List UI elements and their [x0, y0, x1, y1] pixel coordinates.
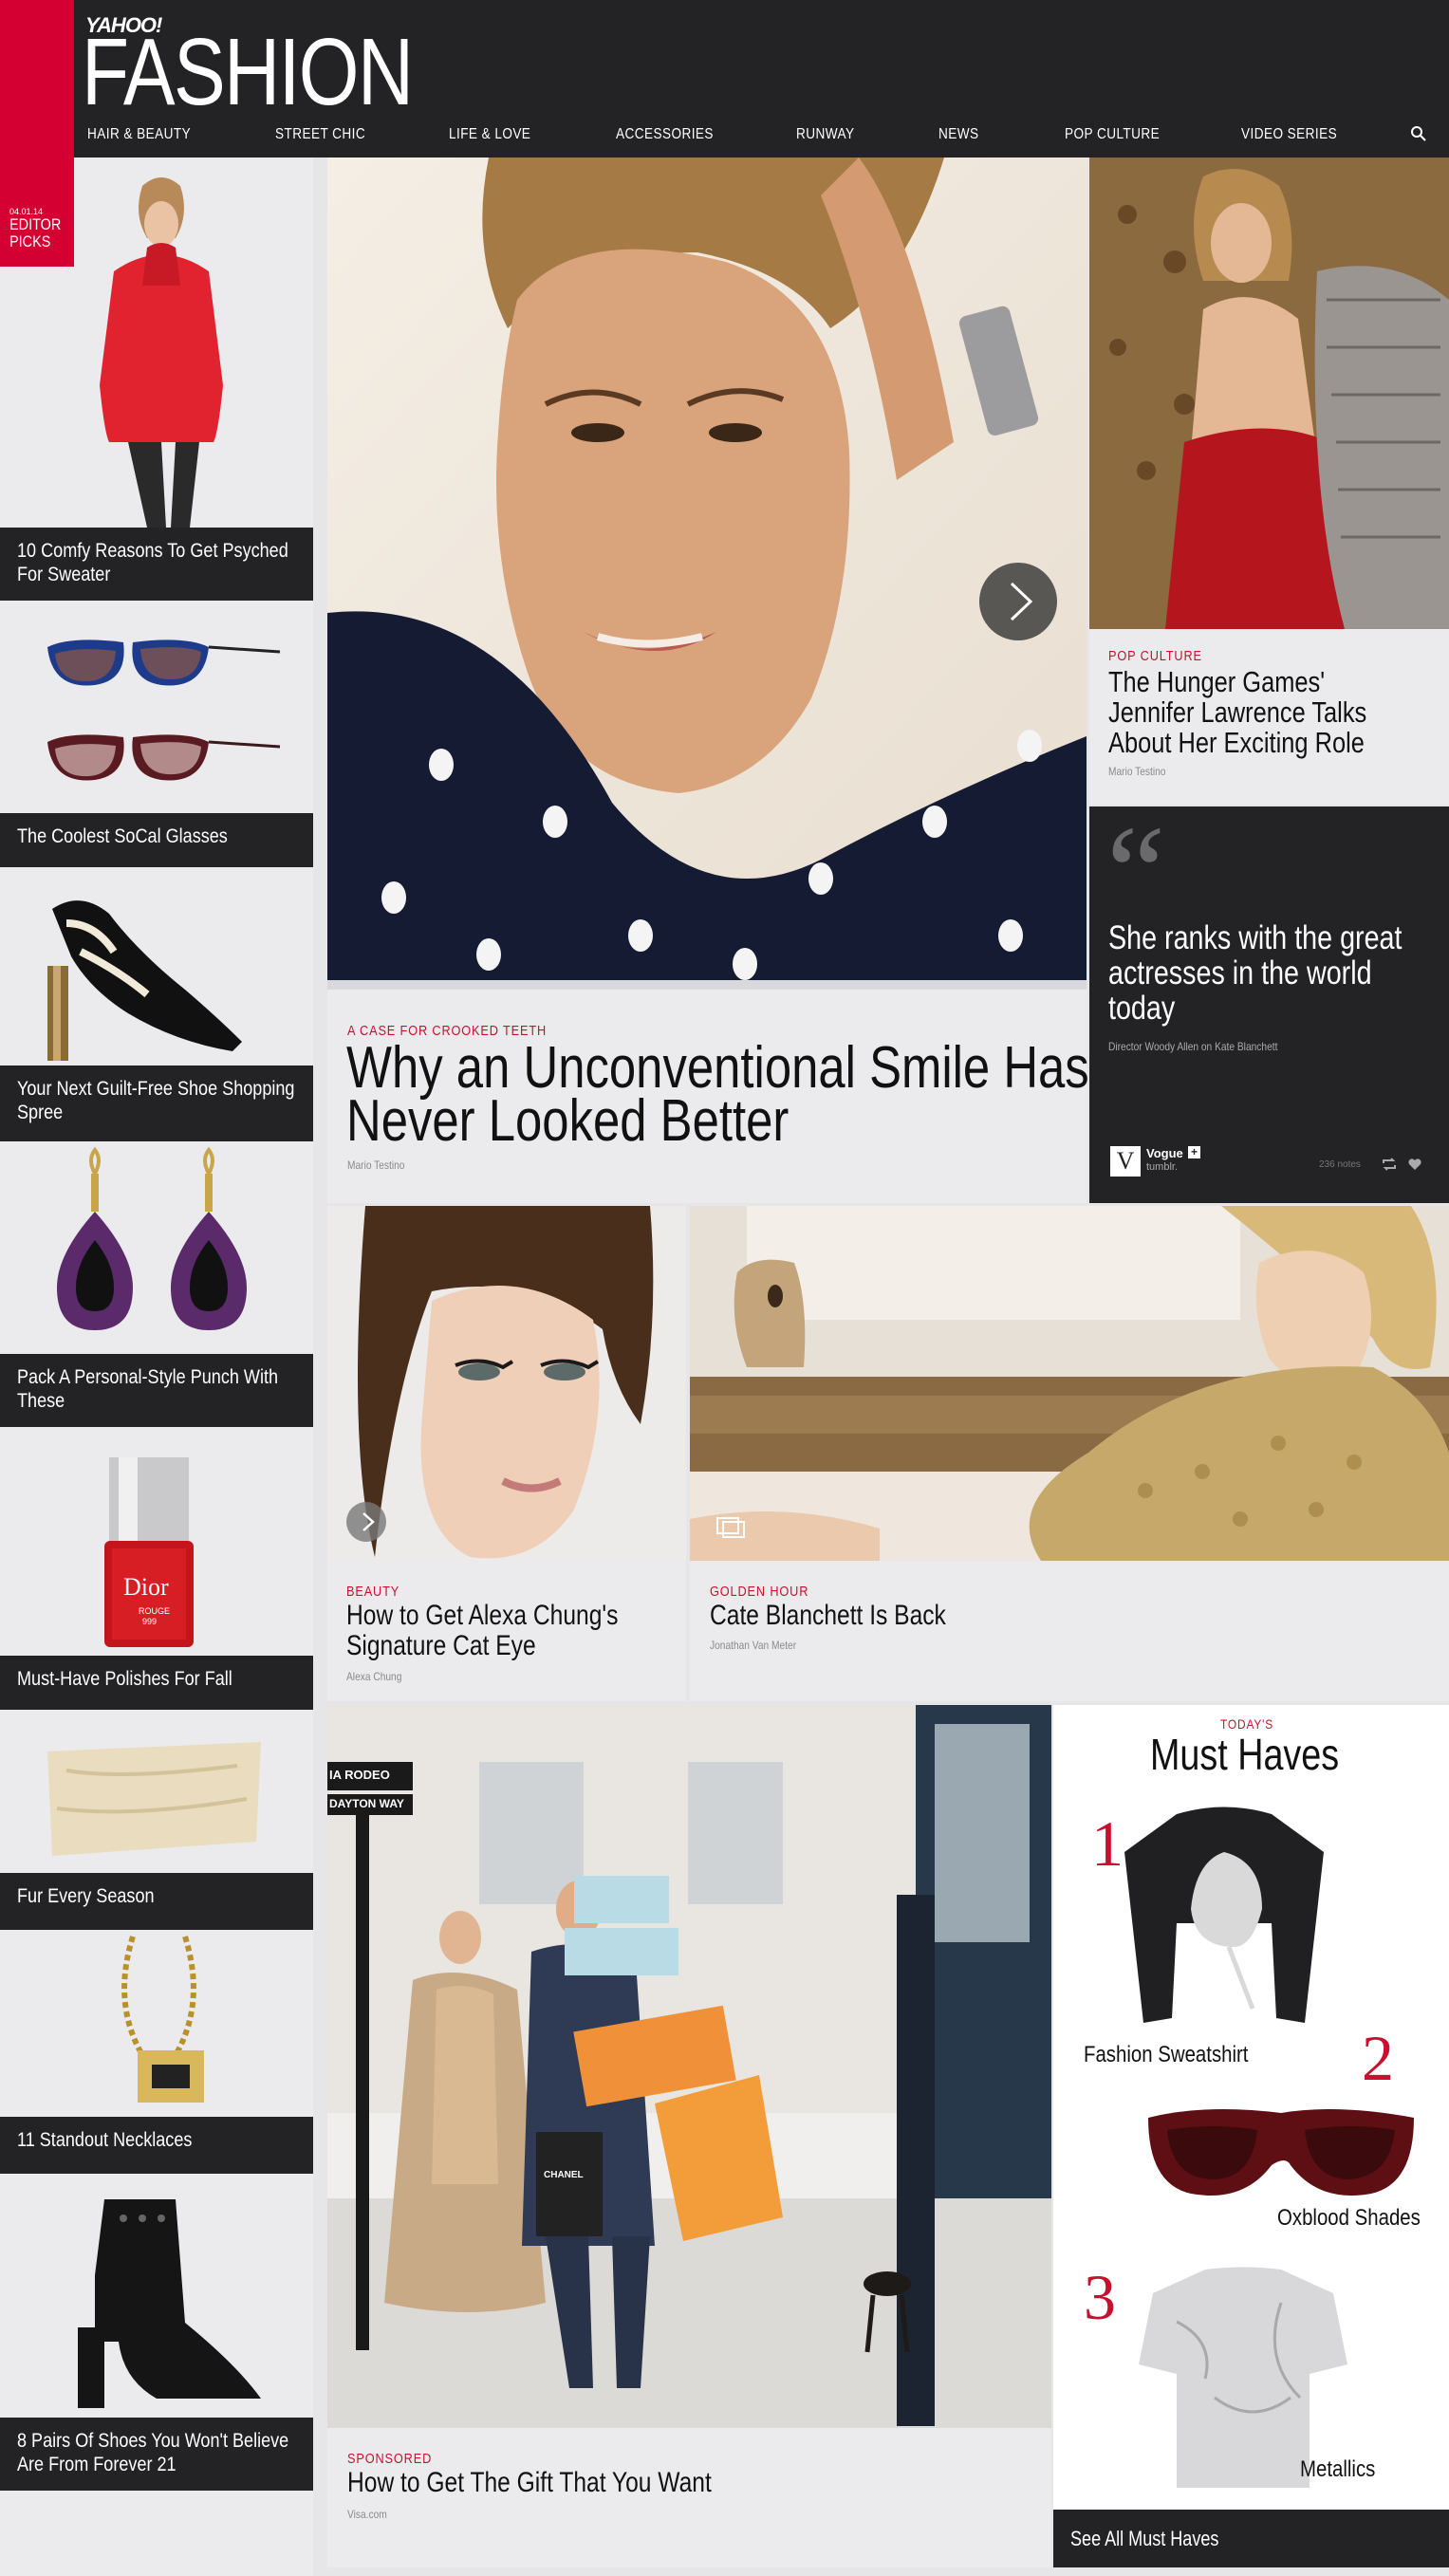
editor-pick-7[interactable]: 11 Standout Necklaces — [0, 2117, 313, 2174]
nav-runway[interactable]: RUNWAY — [796, 126, 854, 143]
nav-video-series[interactable]: VIDEO SERIES — [1241, 126, 1337, 143]
notes-count: 236 notes — [1319, 1159, 1361, 1170]
sponsored-caption[interactable]: SPONSORED How to Get The Gift That You W… — [327, 2428, 1051, 2567]
nav-news[interactable]: NEWS — [938, 126, 979, 143]
vogue-logo[interactable]: V — [1110, 1146, 1141, 1177]
must-have-1-label[interactable]: Fashion Sweatshirt — [1084, 2042, 1248, 2068]
brand-stripe — [0, 0, 74, 158]
jlaw-byline: Mario Testino — [1108, 765, 1166, 778]
cate-byline: Jonathan Van Meter — [710, 1639, 797, 1652]
sandal-image[interactable] — [0, 871, 313, 1066]
street-sign-dayton: DAYTON WAY — [329, 1797, 404, 1810]
sponsored-category: SPONSORED — [347, 2451, 433, 2467]
hero-caption[interactable]: A CASE FOR CROOKED TEETH Why an Unconven… — [327, 980, 1089, 1203]
hero-title[interactable]: Why an Unconventional Smile Has Never Lo… — [346, 1039, 1093, 1151]
alexa-title[interactable]: How to Get Alexa Chung's Signature Cat E… — [346, 1601, 673, 1661]
must-have-2-number: 2 — [1362, 2022, 1394, 2094]
hero-byline: Mario Testino — [347, 1158, 405, 1172]
nav-hair-beauty[interactable]: HAIR & BEAUTY — [87, 126, 191, 143]
alexa-category[interactable]: BEAUTY — [346, 1584, 399, 1600]
plus-icon[interactable]: + — [1188, 1146, 1200, 1158]
jlaw-caption[interactable]: POP CULTURE The Hunger Games' Jennifer L… — [1089, 629, 1449, 805]
must-have-2-label[interactable]: Oxblood Shades — [1277, 2205, 1421, 2232]
editor-pick-8-title: 8 Pairs Of Shoes You Won't Believe Are F… — [17, 2430, 289, 2475]
editor-pick-3[interactable]: Your Next Guilt-Free Shoe Shopping Spree — [0, 1066, 313, 1141]
must-haves-panel: TODAY'S Must Haves 1 Fashion Sweatshirt … — [1053, 1705, 1449, 2567]
sponsored-title[interactable]: How to Get The Gift That You Want — [347, 2468, 712, 2498]
editor-pick-4-title: Pack A Personal-Style Punch With These — [17, 1366, 279, 1412]
must-have-1-number: 1 — [1091, 1807, 1124, 1880]
clutch-image[interactable] — [0, 1714, 313, 1873]
editor-pick-1-title: 10 Comfy Reasons To Get Psyched For Swea… — [17, 540, 288, 585]
nav-life-love[interactable]: LIFE & LOVE — [449, 126, 530, 143]
sponsored-image[interactable]: IA RODEO DAYTON WAY CHANEL — [327, 1705, 1051, 2428]
editor-picks-badge: 04.01.14 EDITOR PICKS — [0, 158, 74, 267]
quote-attribution: Director Woody Allen on Kate Blanchett — [1108, 1040, 1278, 1053]
earrings-image[interactable] — [0, 1145, 313, 1354]
street-sign-rodeo: IA RODEO — [329, 1768, 390, 1782]
cate-category[interactable]: GOLDEN HOUR — [710, 1584, 808, 1600]
necklace-image[interactable] — [0, 1932, 313, 2117]
see-all-must-haves[interactable]: See All Must Haves — [1053, 2510, 1449, 2567]
jlaw-category[interactable]: POP CULTURE — [1108, 648, 1202, 664]
source-sub: tumblr. — [1146, 1161, 1179, 1173]
hero-next-button[interactable] — [979, 563, 1057, 640]
gallery-icon[interactable] — [714, 1514, 752, 1541]
search-icon[interactable] — [1410, 125, 1427, 142]
cate-blanchett-image[interactable] — [690, 1206, 1449, 1561]
nav-pop-culture[interactable]: POP CULTURE — [1065, 126, 1160, 143]
jlaw-title[interactable]: The Hunger Games' Jennifer Lawrence Talk… — [1108, 667, 1404, 758]
editor-pick-5[interactable]: Must-Have Polishes For Fall — [0, 1656, 313, 1710]
oxblood-shades-image[interactable] — [1143, 2094, 1419, 2208]
must-haves-title: Must Haves — [1150, 1730, 1340, 1779]
editor-pick-3-title: Your Next Guilt-Free Shoe Shopping Spree — [17, 1078, 295, 1123]
cate-title[interactable]: Cate Blanchett Is Back — [710, 1601, 946, 1631]
editor-pick-7-title: 11 Standout Necklaces — [17, 2129, 193, 2151]
alexa-caption[interactable]: BEAUTY How to Get Alexa Chung's Signatur… — [327, 1561, 686, 1701]
nav-accessories[interactable]: ACCESSORIES — [616, 126, 714, 143]
heart-icon[interactable] — [1407, 1158, 1422, 1171]
hero-image[interactable] — [327, 158, 1087, 980]
shopping-bag-label: CHANEL — [544, 2170, 584, 2180]
editor-pick-2[interactable]: The Coolest SoCal Glasses — [0, 813, 313, 867]
must-have-3-number: 3 — [1084, 2261, 1116, 2333]
must-have-3-label[interactable]: Metallics — [1300, 2456, 1375, 2483]
editor-pick-5-title: Must-Have Polishes For Fall — [17, 1668, 232, 1690]
chevron-right-icon — [362, 1512, 375, 1531]
editor-picks-label: EDITOR PICKS — [9, 215, 62, 250]
alexa-next-button[interactable] — [346, 1502, 386, 1542]
quote-card[interactable]: “ She ranks with the great actresses in … — [1089, 806, 1449, 1203]
see-all-label: See All Must Haves — [1070, 2527, 1219, 2550]
editor-pick-1[interactable]: 10 Comfy Reasons To Get Psyched For Swea… — [0, 528, 313, 601]
reblog-icon[interactable] — [1382, 1158, 1397, 1171]
source-name[interactable]: Vogue — [1146, 1146, 1183, 1160]
cate-caption[interactable]: GOLDEN HOUR Cate Blanchett Is Back Jonat… — [690, 1561, 1449, 1701]
jennifer-lawrence-image[interactable] — [1089, 158, 1449, 629]
editor-pick-4[interactable]: Pack A Personal-Style Punch With These — [0, 1354, 313, 1427]
nail-polish-image[interactable]: Dior ROUGE 999 — [0, 1431, 313, 1656]
chevron-right-icon — [1010, 582, 1033, 621]
sponsored-byline: Visa.com — [347, 2508, 387, 2521]
boots-image[interactable] — [0, 2176, 313, 2418]
editor-pick-6[interactable]: Fur Every Season — [0, 1873, 313, 1930]
editor-pick-8[interactable]: 8 Pairs Of Shoes You Won't Believe Are F… — [0, 2418, 313, 2491]
nav-street-chic[interactable]: STREET CHIC — [275, 126, 365, 143]
editor-pick-2-title: The Coolest SoCal Glasses — [17, 825, 228, 847]
site-title[interactable]: FASHION — [82, 25, 414, 120]
glasses-image[interactable] — [0, 604, 313, 813]
polish-number: 999 — [142, 1617, 158, 1626]
polish-brand: Dior — [123, 1573, 169, 1601]
editor-pick-6-title: Fur Every Season — [17, 1885, 155, 1907]
sweatshirt-image[interactable] — [1120, 1795, 1328, 2047]
quote-text: She ranks with the great actresses in th… — [1108, 919, 1403, 1027]
alexa-byline: Alexa Chung — [346, 1670, 402, 1683]
sponsored-photo — [327, 1705, 1051, 2428]
polish-shade: ROUGE — [139, 1606, 171, 1616]
